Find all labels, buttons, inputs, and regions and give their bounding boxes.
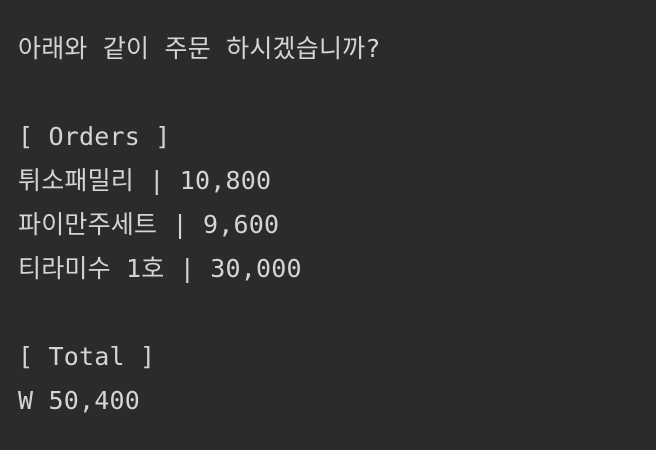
orders-header: [ Orders ] [18,122,171,151]
total-amount: W 50,400 [18,386,141,415]
order-line: 티라미수 1호 | 30,000 [18,254,302,283]
order-confirmation-prompt: 아래와 같이 주문 하시겠습니까? [18,34,381,63]
order-line: 튀소패밀리 | 10,800 [18,166,272,195]
order-line: 파이만주세트 | 9,600 [18,210,280,239]
total-header: [ Total ] [18,342,156,371]
console-output: 아래와 같이 주문 하시겠습니까? [ Orders ] 튀소패밀리 | 10,… [0,0,656,450]
